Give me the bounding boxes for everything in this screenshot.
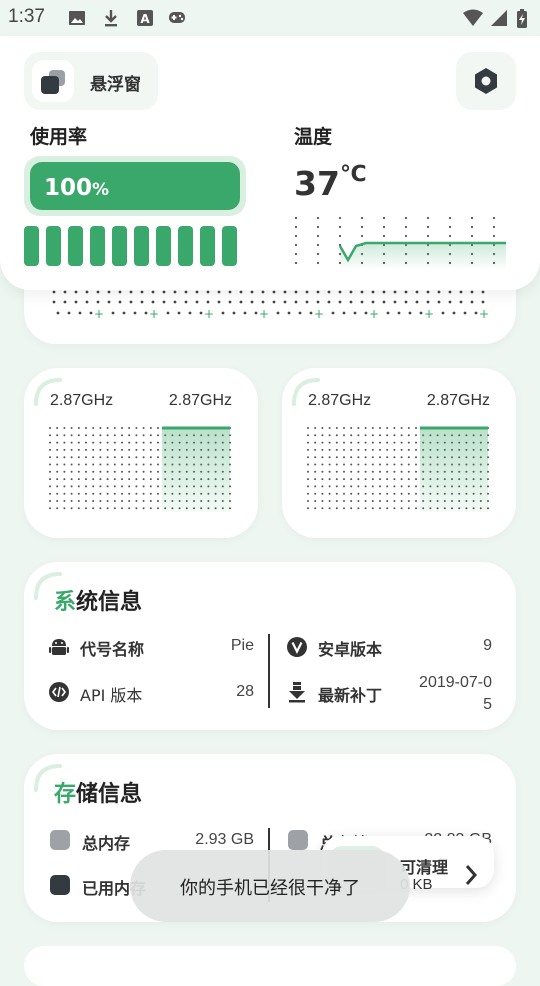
core-bar — [24, 226, 39, 266]
temperature-graph — [294, 216, 506, 270]
core-bar — [178, 226, 193, 266]
total-memory-value: 2.93 GB — [195, 831, 254, 848]
core-bars — [24, 226, 240, 266]
float-window-label: 悬浮窗 — [90, 75, 141, 95]
temperature-label: 温度 — [294, 126, 333, 148]
freq-current: 2.87GHz — [50, 392, 114, 409]
hexagon-settings-icon — [475, 68, 497, 94]
svg-text:+: + — [259, 307, 269, 321]
freq-graph — [49, 426, 231, 512]
image-icon — [68, 9, 86, 27]
security-patch-label: 最新补丁 — [318, 686, 383, 705]
code-icon — [49, 682, 69, 702]
svg-text:+: + — [204, 307, 214, 321]
settings-button[interactable] — [456, 52, 516, 110]
codename-value: Pie — [230, 637, 254, 654]
svg-text:+: + — [424, 307, 434, 321]
usage-progress-fill: 100% — [30, 162, 240, 210]
system-info-title: 系统信息 — [54, 590, 143, 615]
wifi-icon — [462, 9, 484, 27]
core-bar — [112, 226, 127, 266]
used-memory-swatch — [50, 875, 70, 895]
cpu-freq-card-2[interactable]: 2.87GHz 2.87GHz — [282, 368, 516, 538]
storage-info-title: 存储信息 — [54, 782, 143, 807]
float-window-icon — [32, 60, 74, 102]
total-memory-swatch — [50, 830, 70, 850]
top-panel: 悬浮窗 使用率 100% 温度 37℃ — [0, 36, 540, 290]
freq-graph — [307, 426, 489, 512]
status-bar: 1:37 A — [0, 0, 540, 36]
toast: 你的手机已经很干净了 — [130, 850, 410, 922]
svg-text:+: + — [369, 307, 379, 321]
font-icon: A — [136, 9, 154, 27]
core-bar — [222, 226, 237, 266]
signal-icon — [490, 9, 508, 27]
status-time: 1:37 — [8, 6, 45, 27]
android-version-label: 安卓版本 — [318, 640, 383, 659]
game-controller-icon — [168, 9, 186, 27]
toast-message: 你的手机已经很干净了 — [180, 878, 360, 899]
freq-max: 2.87GHz — [426, 392, 490, 409]
next-card — [24, 946, 516, 986]
core-bar — [156, 226, 171, 266]
patch-download-icon — [289, 682, 305, 703]
freq-max: 2.87GHz — [168, 392, 232, 409]
battery-icon — [516, 9, 528, 28]
svg-text:+: + — [314, 307, 324, 321]
svg-text:+: + — [479, 307, 489, 321]
download-icon — [102, 9, 120, 27]
core-bar — [134, 226, 149, 266]
freq-current: 2.87GHz — [308, 392, 372, 409]
total-storage-swatch — [288, 830, 308, 850]
api-level-value: 28 — [236, 683, 254, 700]
temperature-value: 37℃ — [294, 162, 367, 203]
core-bar — [90, 226, 105, 266]
svg-text:+: + — [94, 307, 104, 321]
svg-text:A: A — [140, 12, 150, 26]
api-level-label: API 版本 — [80, 686, 143, 705]
usage-percent: 100% — [44, 175, 110, 201]
cpu-freq-card-1[interactable]: 2.87GHz 2.87GHz — [24, 368, 258, 538]
usage-progress-bar: 100% — [24, 156, 246, 216]
core-bar — [200, 226, 215, 266]
total-memory-label: 总内存 — [82, 834, 131, 853]
version-v-icon — [287, 637, 307, 657]
svg-text:+: + — [149, 307, 159, 321]
float-window-button[interactable]: 悬浮窗 — [24, 52, 158, 110]
system-info-card: 系统信息 代号名称 Pie API 版本 28 安卓版本 9 最新补丁 2019… — [24, 562, 516, 730]
codename-label: 代号名称 — [80, 640, 145, 659]
chevron-right-icon — [465, 865, 478, 885]
security-patch-value: 2019-07-0 5 — [419, 674, 492, 713]
android-version-value: 9 — [483, 637, 492, 654]
usage-label: 使用率 — [30, 126, 88, 148]
core-bar — [68, 226, 83, 266]
android-icon — [49, 639, 69, 655]
core-bar — [46, 226, 61, 266]
column-divider — [268, 634, 270, 708]
